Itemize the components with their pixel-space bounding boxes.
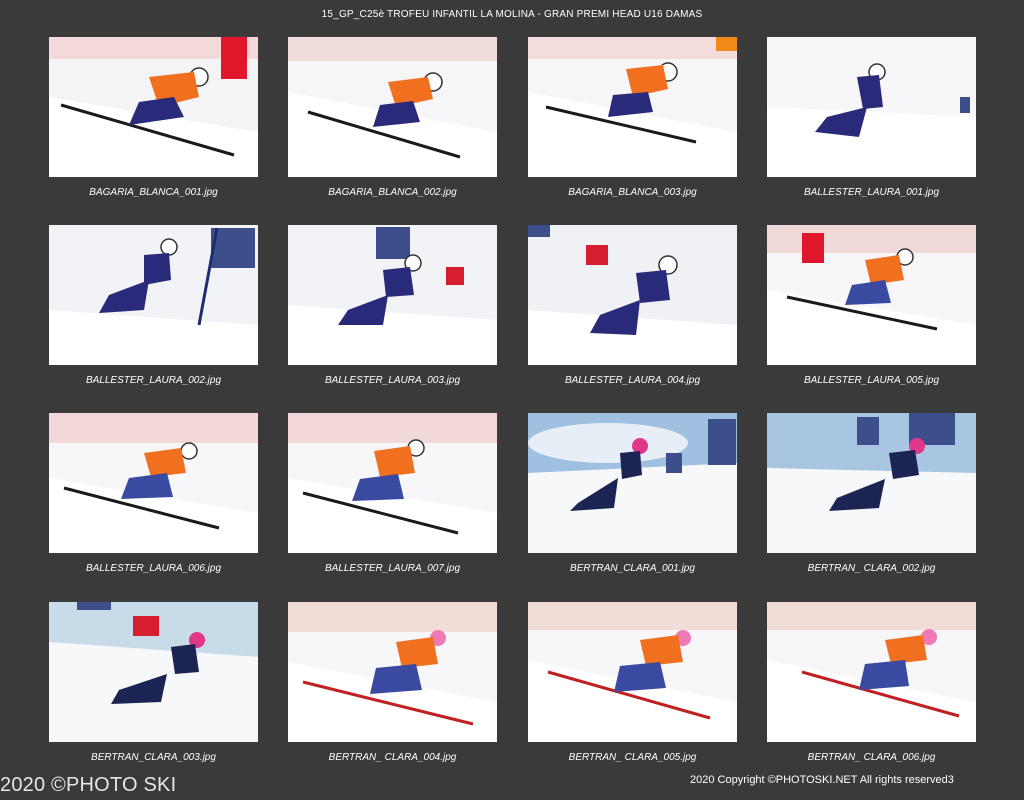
skier-photo-image bbox=[528, 37, 737, 177]
photographer-watermark: 2020 ©PHOTO SKI bbox=[0, 774, 177, 796]
photo-cell[interactable]: BALLESTER_LAURA_006.jpg bbox=[49, 413, 258, 574]
photo-cell[interactable]: BERTRAN_ CLARA_005.jpg bbox=[528, 602, 737, 763]
photo-cell[interactable]: BERTRAN_CLARA_003.jpg bbox=[49, 602, 258, 763]
skier-photo-image bbox=[767, 602, 976, 742]
photo-thumbnail[interactable] bbox=[528, 602, 737, 742]
photo-thumbnail[interactable] bbox=[49, 413, 258, 553]
photo-cell[interactable]: BAGARIA_BLANCA_002.jpg bbox=[288, 37, 497, 198]
photo-cell[interactable]: BERTRAN_ CLARA_002.jpg bbox=[767, 413, 976, 574]
photo-filename: BAGARIA_BLANCA_002.jpg bbox=[328, 187, 457, 198]
skier-photo-image bbox=[528, 602, 737, 742]
skier-photo-image bbox=[49, 602, 258, 742]
skier-photo-image bbox=[288, 37, 497, 177]
photo-thumbnail[interactable] bbox=[288, 602, 497, 742]
photo-cell[interactable]: BALLESTER_LAURA_001.jpg bbox=[767, 37, 976, 198]
copyright-text: 2020 Copyright ©PHOTOSKI.NET All rights … bbox=[690, 774, 948, 786]
page-number: 3 bbox=[947, 774, 954, 786]
skier-photo-image bbox=[288, 602, 497, 742]
photo-cell[interactable]: BALLESTER_LAURA_003.jpg bbox=[288, 225, 497, 386]
skier-photo-image bbox=[288, 413, 497, 553]
photo-thumbnail[interactable] bbox=[49, 225, 258, 365]
photo-thumbnail[interactable] bbox=[767, 413, 976, 553]
photo-cell[interactable]: BAGARIA_BLANCA_001.jpg bbox=[49, 37, 258, 198]
skier-photo-image bbox=[767, 225, 976, 365]
photo-cell[interactable]: BERTRAN_ CLARA_004.jpg bbox=[288, 602, 497, 763]
photo-thumbnail[interactable] bbox=[767, 225, 976, 365]
skier-photo-image bbox=[288, 225, 497, 365]
skier-photo-image bbox=[767, 37, 976, 177]
photo-cell[interactable]: BALLESTER_LAURA_002.jpg bbox=[49, 225, 258, 386]
photo-filename: BALLESTER_LAURA_003.jpg bbox=[324, 375, 461, 386]
photo-thumbnail[interactable] bbox=[767, 37, 976, 177]
skier-photo-image bbox=[767, 413, 976, 553]
photo-thumbnail[interactable] bbox=[528, 225, 737, 365]
photo-filename: BALLESTER_LAURA_001.jpg bbox=[803, 187, 940, 198]
skier-photo-image bbox=[528, 413, 737, 553]
photo-filename: BERTRAN_ CLARA_005.jpg bbox=[568, 752, 697, 763]
photo-cell[interactable]: BERTRAN_CLARA_001.jpg bbox=[528, 413, 737, 574]
photo-thumbnail[interactable] bbox=[288, 225, 497, 365]
photo-filename: BALLESTER_LAURA_004.jpg bbox=[564, 375, 701, 386]
thumbnail-grid: BAGARIA_BLANCA_001.jpg BAGARIA_BLANCA_00… bbox=[0, 0, 1024, 800]
photo-thumbnail[interactable] bbox=[288, 413, 497, 553]
photo-cell[interactable]: BALLESTER_LAURA_007.jpg bbox=[288, 413, 497, 574]
photo-cell[interactable]: BERTRAN_ CLARA_006.jpg bbox=[767, 602, 976, 763]
photo-filename: BERTRAN_ CLARA_004.jpg bbox=[328, 752, 457, 763]
photo-thumbnail[interactable] bbox=[49, 37, 258, 177]
skier-photo-image bbox=[49, 37, 258, 177]
photo-filename: BALLESTER_LAURA_002.jpg bbox=[85, 375, 222, 386]
photo-thumbnail[interactable] bbox=[528, 413, 737, 553]
photo-cell[interactable]: BALLESTER_LAURA_005.jpg bbox=[767, 225, 976, 386]
photo-filename: BALLESTER_LAURA_005.jpg bbox=[803, 375, 940, 386]
photo-filename: BALLESTER_LAURA_007.jpg bbox=[324, 563, 461, 574]
photo-filename: BERTRAN_ CLARA_006.jpg bbox=[807, 752, 936, 763]
copyright-notice: 2020 Copyright ©PHOTOSKI.NET All rights … bbox=[690, 774, 954, 786]
photo-thumbnail[interactable] bbox=[49, 602, 258, 742]
photo-filename: BAGARIA_BLANCA_003.jpg bbox=[568, 187, 697, 198]
skier-photo-image bbox=[49, 225, 258, 365]
photo-thumbnail[interactable] bbox=[288, 37, 497, 177]
photo-cell[interactable]: BALLESTER_LAURA_004.jpg bbox=[528, 225, 737, 386]
skier-photo-image bbox=[49, 413, 258, 553]
photo-filename: BALLESTER_LAURA_006.jpg bbox=[85, 563, 222, 574]
skier-photo-image bbox=[528, 225, 737, 365]
photo-thumbnail[interactable] bbox=[528, 37, 737, 177]
photo-filename: BERTRAN_CLARA_003.jpg bbox=[91, 752, 216, 763]
photo-filename: BERTRAN_CLARA_001.jpg bbox=[570, 563, 695, 574]
photo-filename: BAGARIA_BLANCA_001.jpg bbox=[89, 187, 218, 198]
photo-filename: BERTRAN_ CLARA_002.jpg bbox=[807, 563, 936, 574]
photo-thumbnail[interactable] bbox=[767, 602, 976, 742]
photo-cell[interactable]: BAGARIA_BLANCA_003.jpg bbox=[528, 37, 737, 198]
